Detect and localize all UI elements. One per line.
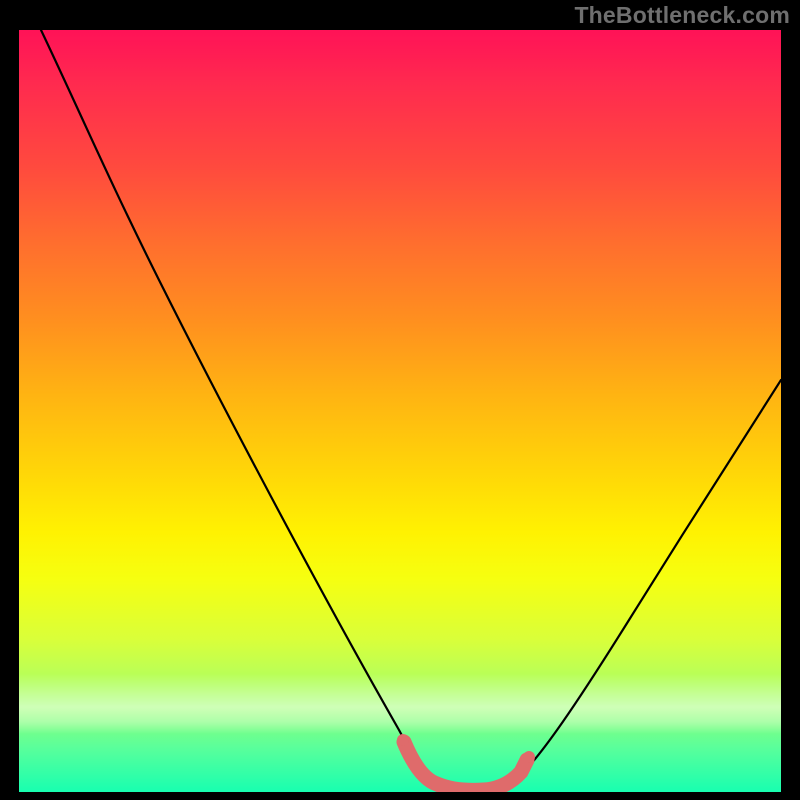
optimal-marker-end-right [523, 751, 535, 763]
plot-area [19, 30, 781, 792]
bottleneck-curve [41, 30, 781, 788]
optimal-marker [404, 742, 527, 790]
curve-layer [19, 30, 781, 792]
optimal-marker-end-left [397, 734, 409, 746]
watermark-text: TheBottleneck.com [574, 2, 790, 29]
chart-frame: TheBottleneck.com [0, 0, 800, 800]
